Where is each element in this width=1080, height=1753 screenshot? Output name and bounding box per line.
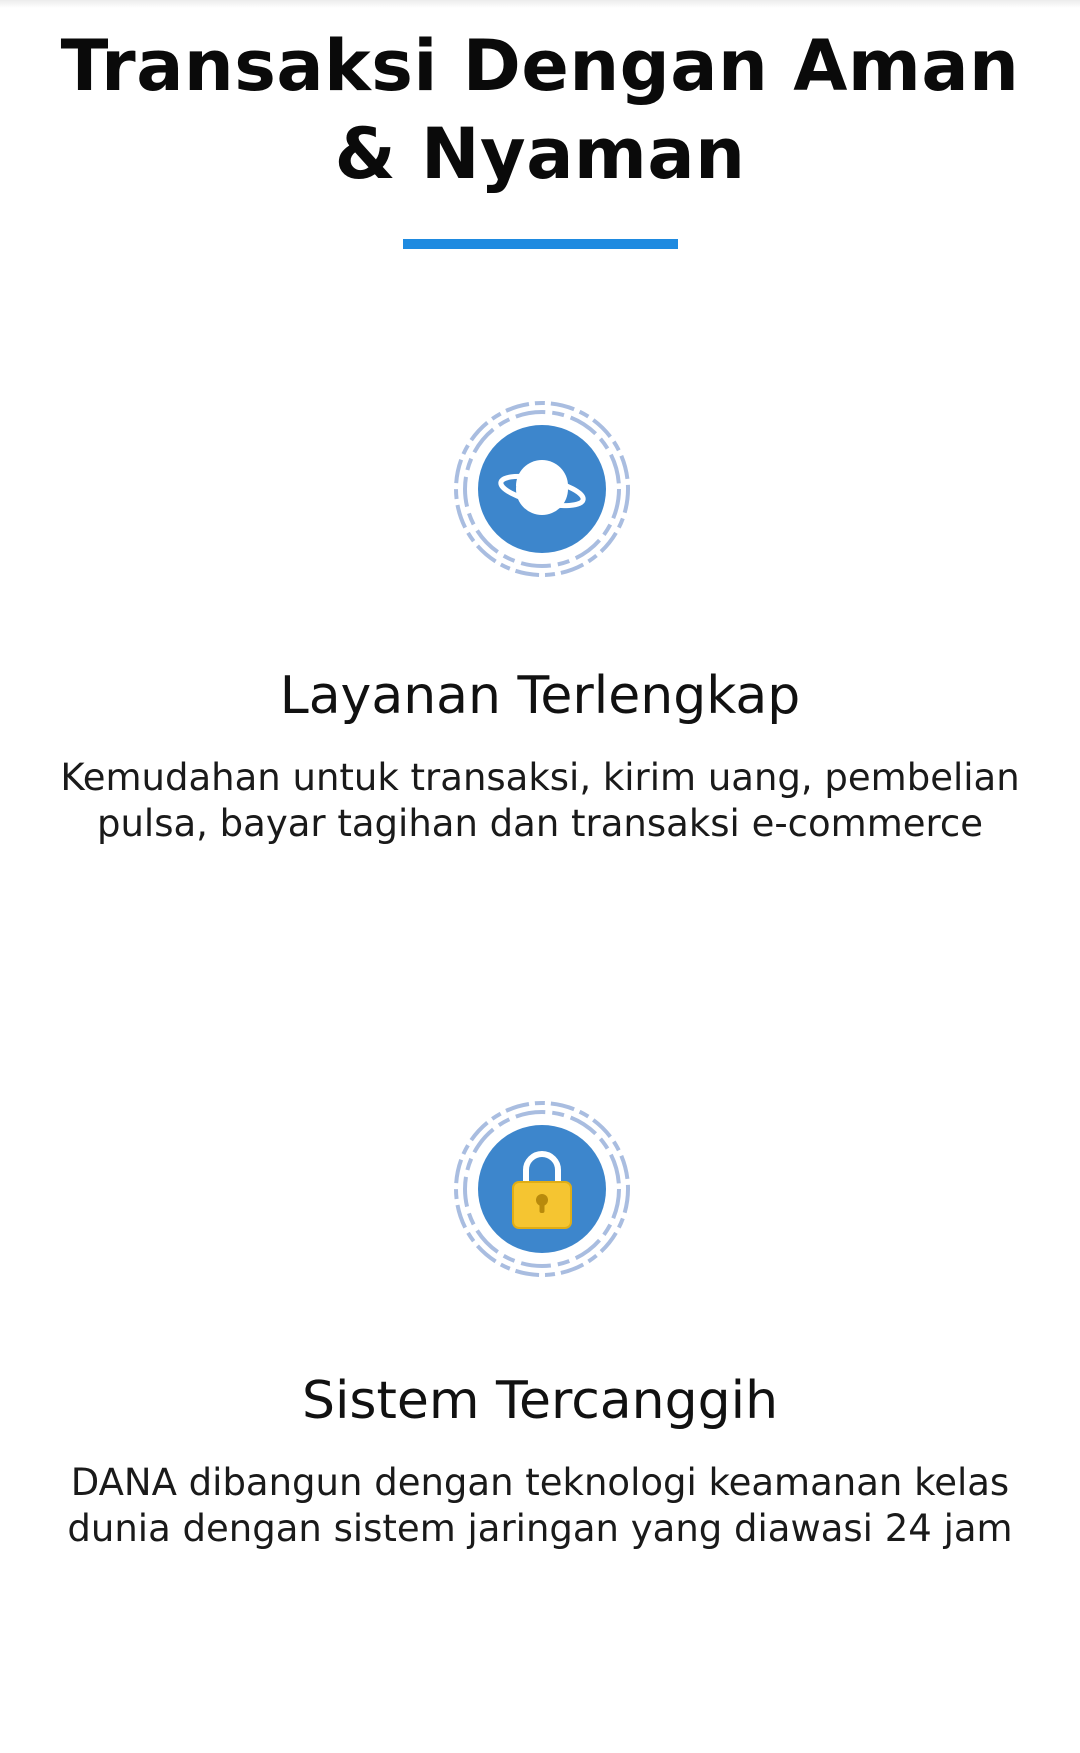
lock-icon [453,1100,631,1278]
feature-desc-sistem: DANA dibangun dengan teknologi keamanan … [67,1461,1013,1550]
title-underline [403,239,678,249]
section-title: Transaksi Dengan Aman & Nyaman [60,25,1020,195]
feature-title-layanan: Layanan Terlengkap [279,666,801,726]
feature-desc-layanan: Kemudahan untuk transaksi, kirim uang, p… [60,756,1020,845]
top-shadow [0,0,1080,8]
planet-icon [453,400,631,578]
feature-title-sistem: Sistem Tercanggih [301,1371,779,1431]
